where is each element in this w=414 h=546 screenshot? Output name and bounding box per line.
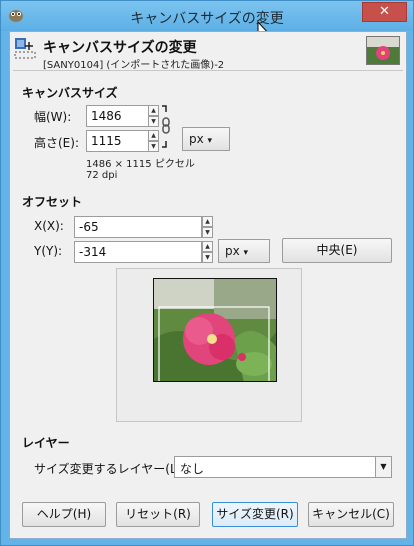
offset-preview[interactable]: [116, 268, 302, 422]
width-increment-button[interactable]: ▲: [148, 105, 159, 116]
offset-y-increment-button[interactable]: ▲: [202, 241, 213, 252]
offset-x-input[interactable]: [74, 216, 202, 238]
width-spinner[interactable]: ▲ ▼: [148, 105, 159, 127]
canvas-unit-select[interactable]: px ▾: [182, 127, 230, 151]
offset-x-decrement-button[interactable]: ▼: [202, 227, 213, 238]
image-thumbnail: [366, 36, 400, 65]
offset-x-increment-button[interactable]: ▲: [202, 216, 213, 227]
close-button[interactable]: ✕: [362, 2, 407, 22]
center-button[interactable]: 中央(E): [282, 238, 392, 263]
help-button[interactable]: ヘルプ(H): [22, 502, 106, 527]
offset-y-spinner[interactable]: ▲ ▼: [202, 241, 213, 263]
title-bar[interactable]: キャンバスサイズの変更 ✕: [1, 1, 413, 31]
layer-section-title: レイヤー: [22, 436, 70, 450]
resize-layers-label: サイズ変更するレイヤー(L):: [34, 462, 186, 476]
width-label: 幅(W):: [34, 110, 72, 124]
close-icon: ✕: [379, 4, 390, 19]
resize-layers-value: なし: [180, 462, 205, 476]
canvas-size-icon: [14, 38, 36, 59]
dialog-window: キャンバスサイズの変更 ✕ キャンバスサイズの変更 [SANY0104] (イン…: [0, 0, 414, 546]
offset-y-label: Y(Y):: [34, 244, 63, 258]
height-label: 高さ(E):: [34, 136, 79, 150]
reset-button[interactable]: リセット(R): [116, 502, 200, 527]
header-separator: [13, 70, 403, 71]
height-input[interactable]: [86, 130, 150, 152]
offset-section-title: オフセット: [22, 195, 83, 209]
pixel-dimensions-info: 1486 × 1115 ピクセル: [86, 159, 195, 170]
offset-x-label: X(X):: [34, 219, 64, 233]
chain-link-icon[interactable]: [160, 104, 172, 150]
chevron-down-icon: ▾: [243, 248, 249, 258]
preview-image[interactable]: [153, 278, 277, 382]
resize-layers-dropdown[interactable]: なし ▼: [174, 456, 392, 478]
canvas-unit-value: px: [189, 132, 204, 146]
offset-unit-value: px: [225, 244, 240, 258]
canvas-size-section-title: キャンバスサイズ: [22, 86, 118, 100]
width-input[interactable]: [86, 105, 150, 127]
offset-y-input[interactable]: [74, 241, 202, 263]
offset-y-decrement-button[interactable]: ▼: [202, 252, 213, 263]
dialog-body: キャンバスサイズの変更 [SANY0104] (インポートされた画像)-2 キャ…: [9, 31, 407, 539]
chevron-down-icon[interactable]: ▼: [375, 457, 391, 477]
chevron-down-icon: ▾: [207, 136, 213, 146]
dialog-title: キャンバスサイズの変更: [43, 40, 197, 56]
resolution-info: 72 dpi: [86, 170, 118, 181]
height-spinner[interactable]: ▲ ▼: [148, 130, 159, 152]
width-decrement-button[interactable]: ▼: [148, 116, 159, 127]
dialog-subtitle: [SANY0104] (インポートされた画像)-2: [43, 60, 225, 71]
resize-button[interactable]: サイズ変更(R): [212, 502, 298, 527]
offset-unit-select[interactable]: px ▾: [218, 239, 270, 263]
height-decrement-button[interactable]: ▼: [148, 141, 159, 152]
window-title: キャンバスサイズの変更: [130, 11, 284, 27]
cancel-button[interactable]: キャンセル(C): [308, 502, 394, 527]
offset-x-spinner[interactable]: ▲ ▼: [202, 216, 213, 238]
height-increment-button[interactable]: ▲: [148, 130, 159, 141]
